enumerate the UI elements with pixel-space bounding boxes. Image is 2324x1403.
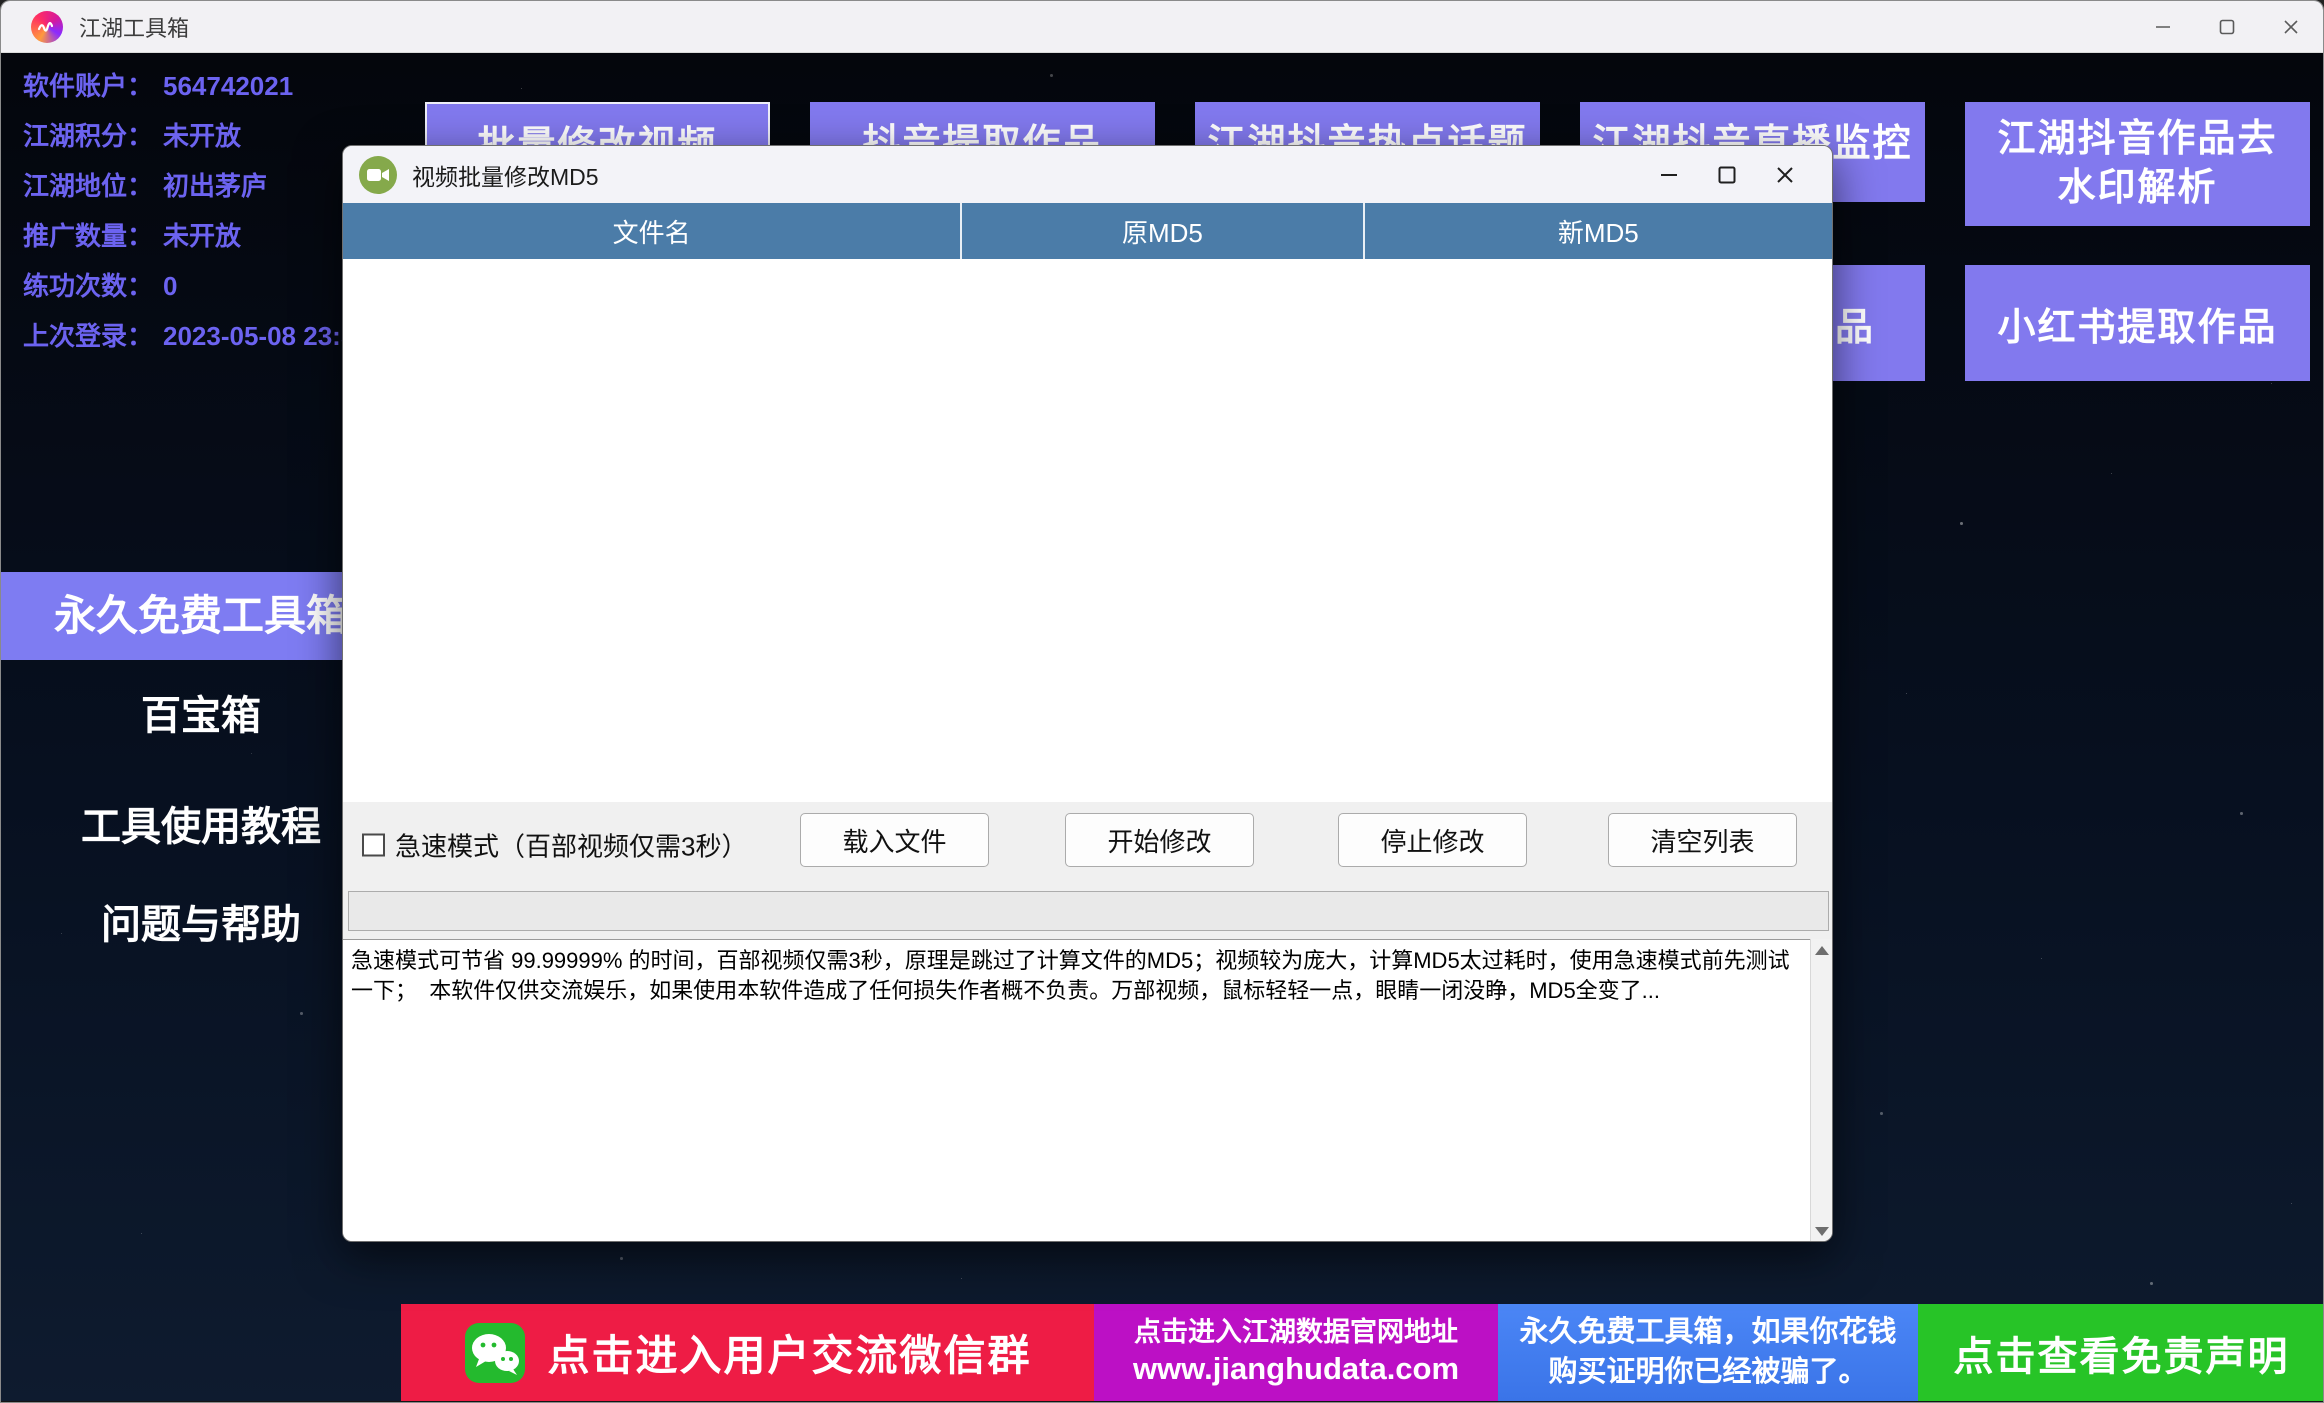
wechat-group-label: 点击进入用户交流微信群 [547, 1322, 1031, 1383]
sidebar-item-free-toolbox[interactable]: 永久免费工具箱 [1, 572, 401, 660]
column-header-original-md5[interactable]: 原MD5 [962, 203, 1364, 259]
dialog-maximize-icon[interactable] [1698, 154, 1756, 196]
free-notice-line2: 购买证明你已经被骗了。 [1548, 1353, 1867, 1392]
load-files-button[interactable]: 载入文件 [800, 813, 989, 867]
account-line: 软件账户：564742021 [1, 61, 370, 111]
disclaimer-link[interactable]: 点击查看免责声明 [1918, 1304, 2324, 1401]
md5-dialog: 视频批量修改MD5 文件名 原MD5 新MD5 [342, 145, 1833, 1242]
starfield-decoration [1, 53, 2, 54]
sidebar-item-tutorials[interactable]: 工具使用教程 [1, 797, 401, 857]
dialog-titlebar[interactable]: 视频批量修改MD5 [343, 146, 1832, 203]
progress-bar [348, 891, 1829, 931]
wechat-icon [463, 1321, 527, 1385]
dialog-minimize-icon[interactable] [1640, 154, 1698, 196]
window-controls [2131, 1, 2323, 52]
column-header-filename[interactable]: 文件名 [343, 203, 962, 259]
minimize-icon[interactable] [2131, 1, 2195, 52]
tool-button-douyin-watermark-removal[interactable]: 江湖抖音作品去水印解析 [1965, 102, 2310, 226]
dialog-title: 视频批量修改MD5 [412, 158, 599, 192]
account-line: 推广数量：未开放 [1, 211, 370, 261]
clear-list-button[interactable]: 清空列表 [1608, 813, 1797, 867]
free-notice[interactable]: 永久免费工具箱，如果你花钱 购买证明你已经被骗了。 [1498, 1304, 1918, 1401]
info-textarea[interactable]: 急速模式可节省 99.99999% 的时间，百部视频仅需3秒，原理是跳过了计算文… [343, 939, 1833, 1242]
sidebar-item-treasure-box[interactable]: 百宝箱 [1, 686, 401, 746]
scroll-down-icon[interactable] [1815, 1227, 1829, 1236]
account-line: 上次登录：2023-05-08 23:56 [1, 311, 370, 361]
sidebar-item-help[interactable]: 问题与帮助 [1, 895, 401, 955]
official-site-label: 点击进入江湖数据官网地址 [1134, 1316, 1458, 1350]
official-site-link[interactable]: 点击进入江湖数据官网地址 www.jianghudata.com [1094, 1304, 1498, 1401]
express-mode-checkbox[interactable] [362, 833, 385, 856]
wechat-group-link[interactable]: 点击进入用户交流微信群 [401, 1304, 1094, 1401]
app-window: 江湖工具箱 软件账户：564742021 江湖积分：未开放 江湖地位：初出茅庐 … [0, 0, 2324, 1403]
column-header-new-md5[interactable]: 新MD5 [1365, 203, 1832, 259]
dialog-close-icon[interactable] [1756, 154, 1814, 196]
maximize-icon[interactable] [2195, 1, 2259, 52]
account-line: 江湖地位：初出茅庐 [1, 161, 370, 211]
official-site-url: www.jianghudata.com [1133, 1350, 1459, 1389]
express-mode-label: 急速模式（百部视频仅需3秒） [395, 826, 747, 863]
close-icon[interactable] [2259, 1, 2323, 52]
stop-modify-button[interactable]: 停止修改 [1338, 813, 1527, 867]
app-titlebar[interactable]: 江湖工具箱 [1, 1, 2323, 53]
video-camera-icon [359, 156, 397, 194]
app-background: 软件账户：564742021 江湖积分：未开放 江湖地位：初出茅庐 推广数量：未… [1, 53, 2324, 1403]
account-line: 练功次数：0 [1, 261, 370, 311]
account-info-panel: 软件账户：564742021 江湖积分：未开放 江湖地位：初出茅庐 推广数量：未… [1, 61, 370, 361]
tool-button-xiaohongshu-extract[interactable]: 小红书提取作品 [1965, 265, 2310, 381]
footer-banner: 点击进入用户交流微信群 点击进入江湖数据官网地址 www.jianghudata… [401, 1304, 2324, 1401]
app-logo-icon [31, 11, 63, 43]
app-title: 江湖工具箱 [79, 11, 189, 43]
disclaimer-label: 点击查看免责声明 [1954, 1324, 2290, 1382]
account-line: 江湖积分：未开放 [1, 111, 370, 161]
table-header-row: 文件名 原MD5 新MD5 [343, 203, 1832, 259]
file-list-area[interactable] [343, 259, 1832, 802]
dialog-window-controls [1640, 154, 1814, 196]
scroll-up-icon[interactable] [1815, 946, 1829, 955]
dialog-controls-row: 急速模式（百部视频仅需3秒） 载入文件 开始修改 停止修改 清空列表 [343, 802, 1832, 887]
free-notice-line1: 永久免费工具箱，如果你花钱 [1519, 1313, 1896, 1352]
textarea-scrollbar[interactable] [1810, 939, 1832, 1242]
start-modify-button[interactable]: 开始修改 [1065, 813, 1254, 867]
express-mode-option: 急速模式（百部视频仅需3秒） [362, 826, 747, 863]
